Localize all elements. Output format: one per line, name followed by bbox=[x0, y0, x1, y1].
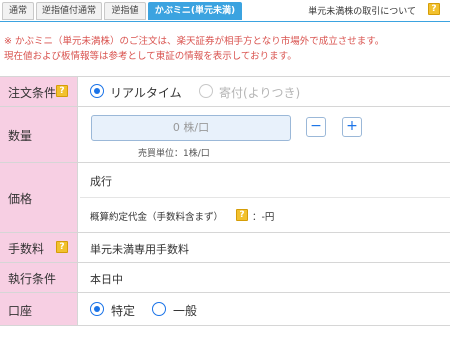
quantity-input[interactable]: 0 株/口 bbox=[91, 115, 291, 141]
notice-line-1: ※ かぶミニ（単元未満株）のご注文は、楽天証券が相手方となり市場外で成立させます… bbox=[4, 36, 385, 47]
fee-label: 手数料 bbox=[8, 242, 45, 256]
radio-realtime[interactable] bbox=[90, 84, 104, 98]
fee-value: 単元未満専用手数料 bbox=[90, 243, 189, 256]
price-content: 成行 概算約定代金（手数料含まず） ? ：-円 bbox=[80, 163, 450, 232]
row-quantity: 数量 0 株/口 − + 売買単位：1株/口 bbox=[0, 107, 450, 163]
row-fee: 手数料 ? 単元未満専用手数料 bbox=[0, 233, 450, 263]
label-cell: 口座 bbox=[0, 293, 78, 325]
radio-opening-label[interactable]: 寄付(よりつき) bbox=[219, 84, 300, 101]
radio-ippan-label[interactable]: 一般 bbox=[173, 302, 197, 319]
help-icon[interactable]: ? bbox=[428, 3, 440, 15]
unit-note: 売買単位：1株/口 bbox=[138, 149, 210, 159]
radio-opening[interactable] bbox=[199, 84, 213, 98]
help-icon[interactable]: ? bbox=[56, 241, 68, 253]
tab-underline bbox=[0, 21, 450, 22]
execution-content: 本日中 bbox=[80, 263, 450, 292]
help-icon[interactable]: ? bbox=[236, 209, 248, 221]
label-cell: 価格 bbox=[0, 163, 78, 232]
label-cell: 手数料 ? bbox=[0, 233, 78, 262]
row-account: 口座 特定 一般 bbox=[0, 293, 450, 326]
help-icon[interactable]: ? bbox=[56, 85, 68, 97]
price-label: 価格 bbox=[8, 192, 33, 206]
help-link[interactable]: 単元未満株の取引について bbox=[308, 4, 416, 17]
execution-value: 本日中 bbox=[90, 273, 123, 286]
quantity-controls: 0 株/口 − + 売買単位：1株/口 bbox=[80, 107, 450, 162]
order-condition-label: 注文条件 bbox=[8, 86, 57, 100]
notice: ※ かぶミニ（単元未満株）のご注文は、楽天証券が相手方となり市場外で成立させます… bbox=[4, 34, 446, 64]
order-form: 注文条件 ? リアルタイム 寄付(よりつき) 数量 0 株/口 − + 売買単位… bbox=[0, 76, 450, 326]
estimate-label: 概算約定代金（手数料含まず） bbox=[90, 212, 224, 223]
quantity-minus-button[interactable]: − bbox=[306, 117, 326, 137]
label-cell: 数量 bbox=[0, 107, 78, 162]
quantity-plus-button[interactable]: + bbox=[342, 117, 362, 137]
row-execution: 執行条件 本日中 bbox=[0, 263, 450, 293]
label-cell: 執行条件 bbox=[0, 263, 78, 292]
radio-ippan[interactable] bbox=[152, 302, 166, 316]
divider bbox=[80, 197, 450, 198]
order-type-tabs: 通常 逆指値付通常 逆指値 かぶミニ(単元未満) 単元未満株の取引について ? bbox=[0, 0, 450, 22]
order-condition-options: リアルタイム 寄付(よりつき) bbox=[80, 77, 450, 106]
execution-label: 執行条件 bbox=[8, 272, 57, 286]
label-cell: 注文条件 ? bbox=[0, 77, 78, 106]
account-label: 口座 bbox=[8, 304, 33, 318]
radio-tokutei-label[interactable]: 特定 bbox=[111, 302, 135, 319]
radio-realtime-label[interactable]: リアルタイム bbox=[110, 84, 182, 101]
row-order-condition: 注文条件 ? リアルタイム 寄付(よりつき) bbox=[0, 77, 450, 107]
tab-stop-with-normal[interactable]: 逆指値付通常 bbox=[36, 2, 102, 20]
row-price: 価格 成行 概算約定代金（手数料含まず） ? ：-円 bbox=[0, 163, 450, 233]
tab-kabumini[interactable]: かぶミニ(単元未満) bbox=[148, 2, 242, 20]
quantity-label: 数量 bbox=[8, 129, 33, 143]
account-options: 特定 一般 bbox=[80, 293, 450, 325]
radio-tokutei[interactable] bbox=[90, 302, 104, 316]
estimate-value: ：-円 bbox=[252, 212, 275, 223]
price-value: 成行 bbox=[90, 175, 112, 188]
fee-content: 単元未満専用手数料 bbox=[80, 233, 450, 262]
notice-line-2: 現在値および板情報等は参考として東証の情報を表示しております。 bbox=[4, 51, 297, 62]
tab-stop[interactable]: 逆指値 bbox=[104, 2, 146, 20]
tab-normal[interactable]: 通常 bbox=[2, 2, 34, 20]
